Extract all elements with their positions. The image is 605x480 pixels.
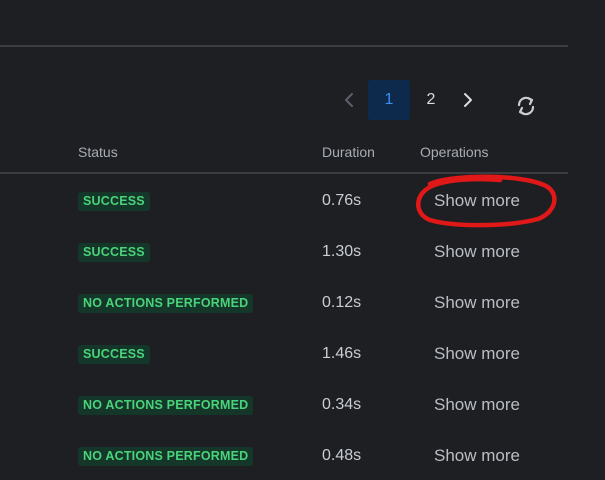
table-row: SUCCESS 1.46s Show more <box>0 327 568 378</box>
pagination-page-2[interactable]: 2 <box>410 80 452 120</box>
table-row: NO ACTIONS PERFORMED 0.34s Show more <box>0 378 568 429</box>
column-header-status[interactable]: Status <box>78 144 118 160</box>
show-more-link[interactable]: Show more <box>434 242 520 262</box>
column-header-operations: Operations <box>420 144 489 160</box>
duration-cell: 0.48s <box>322 447 362 464</box>
show-more-link[interactable]: Show more <box>434 191 520 211</box>
status-badge: SUCCESS <box>78 243 150 262</box>
pagination-next-button[interactable] <box>452 80 484 120</box>
column-header-duration[interactable]: Duration <box>322 144 375 160</box>
show-more-link[interactable]: Show more <box>434 395 520 415</box>
table-header: Status Duration Operations <box>0 130 568 174</box>
show-more-link[interactable]: Show more <box>434 446 520 466</box>
table-row: NO ACTIONS PERFORMED 0.48s Show more <box>0 429 568 480</box>
status-badge: NO ACTIONS PERFORMED <box>78 447 254 466</box>
table-row: SUCCESS 0.76s Show more <box>0 174 568 225</box>
pagination-page-1[interactable]: 1 <box>368 80 410 120</box>
pagination-prev-button[interactable] <box>333 80 365 120</box>
duration-cell: 1.30s <box>322 243 362 260</box>
runs-table: Status Duration Operations SUCCESS 0.76s… <box>0 130 568 480</box>
status-badge: SUCCESS <box>78 192 150 211</box>
refresh-button[interactable] <box>512 92 540 120</box>
run-history-panel: 1 2 Status Duration Operations SUCCESS 0… <box>0 0 605 480</box>
table-row: NO ACTIONS PERFORMED 0.12s Show more <box>0 276 568 327</box>
duration-cell: 0.76s <box>322 192 362 209</box>
top-divider <box>0 45 568 47</box>
duration-cell: 1.46s <box>322 345 362 362</box>
table-row: SUCCESS 1.30s Show more <box>0 225 568 276</box>
show-more-link[interactable]: Show more <box>434 344 520 364</box>
chevron-right-icon <box>464 93 472 107</box>
duration-cell: 0.34s <box>322 396 362 413</box>
pagination: 1 2 <box>333 80 484 120</box>
show-more-link[interactable]: Show more <box>434 293 520 313</box>
status-badge: SUCCESS <box>78 345 150 364</box>
chevron-left-icon <box>345 93 353 107</box>
refresh-icon <box>517 96 535 116</box>
status-badge: NO ACTIONS PERFORMED <box>78 294 254 313</box>
status-badge: NO ACTIONS PERFORMED <box>78 396 254 415</box>
duration-cell: 0.12s <box>322 294 362 311</box>
